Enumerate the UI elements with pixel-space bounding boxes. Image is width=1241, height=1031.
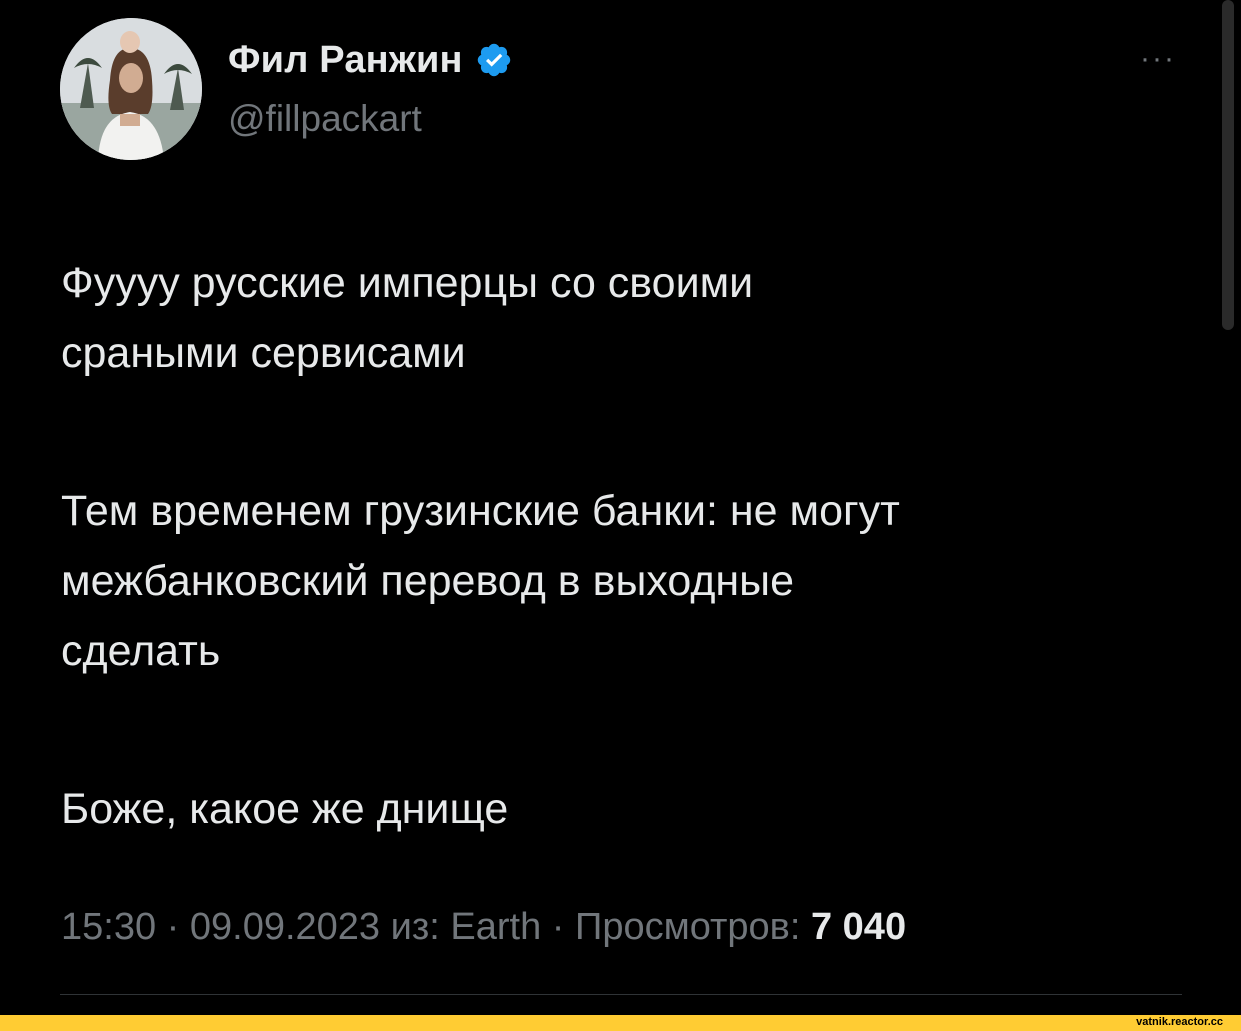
- tweet-paragraph-1: Фуууу русские имперцы со своими сраными …: [61, 259, 754, 377]
- tweet-source: из: Earth: [390, 906, 542, 948]
- watermark-text: vatnik.reactor.cc: [1136, 1016, 1223, 1028]
- avatar[interactable]: [60, 18, 202, 160]
- watermark-bar: vatnik.reactor.cc: [0, 1015, 1241, 1031]
- author-display-name[interactable]: Фил Ранжин: [228, 39, 463, 82]
- more-options-icon[interactable]: ···: [1128, 42, 1188, 75]
- views-count[interactable]: 7 040: [811, 906, 906, 948]
- tweet-paragraph-2: Тем временем грузинские банки: не могут …: [61, 487, 900, 675]
- tweet-meta: 15:30 · 09.09.2023 из: Earth · Просмотро…: [61, 906, 906, 949]
- author-block: Фил Ранжин @fillpackart: [228, 36, 513, 140]
- meta-separator: ·: [156, 906, 190, 948]
- meta-separator: ·: [541, 906, 575, 948]
- author-handle[interactable]: @fillpackart: [228, 98, 513, 140]
- profile-photo-icon: [60, 18, 202, 160]
- tweet-paragraph-3: Боже, какое же днище: [61, 785, 509, 833]
- tweet-date[interactable]: 09.09.2023: [190, 906, 380, 948]
- scrollbar[interactable]: [1222, 0, 1234, 330]
- tweet-time[interactable]: 15:30: [61, 906, 156, 948]
- divider: [60, 994, 1182, 995]
- verified-badge-icon[interactable]: [475, 41, 513, 79]
- views-label: Просмотров:: [575, 906, 801, 948]
- tweet-text: Фуууу русские имперцы со своими сраными …: [61, 248, 1191, 844]
- author-name-row: Фил Ранжин: [228, 36, 513, 84]
